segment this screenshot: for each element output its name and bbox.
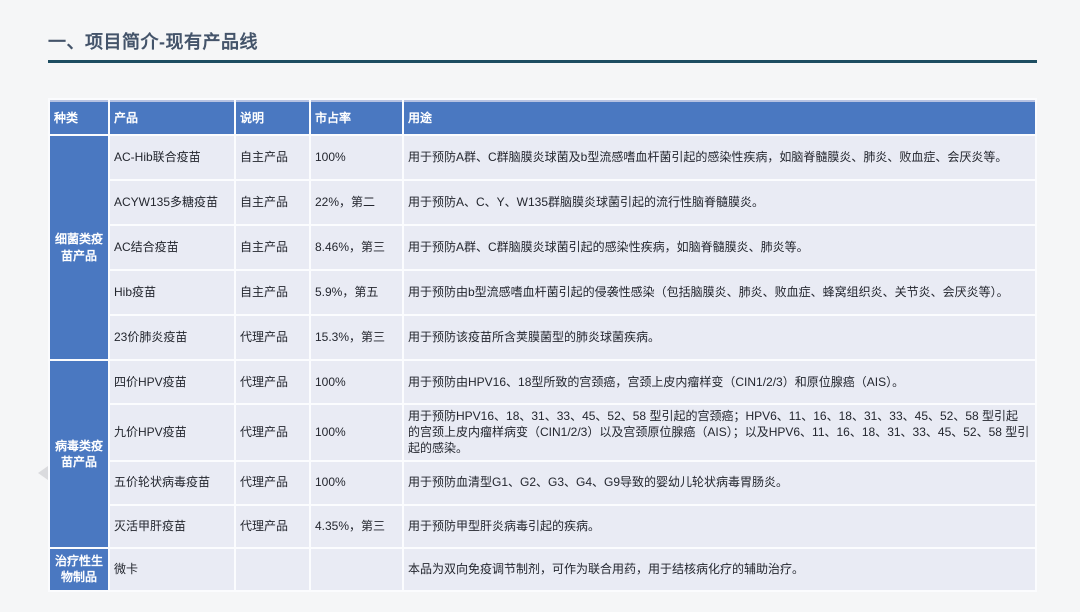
desc-cell: 自主产品 [236,181,309,224]
product-cell: 微卡 [110,549,234,590]
col-header-category: 种类 [50,100,108,134]
desc-cell: 代理产品 [236,316,309,359]
use-cell: 用于预防HPV16、18、31、33、45、52、58 型引起的宫颈癌；HPV6… [404,405,1035,460]
desc-cell: 代理产品 [236,405,309,460]
use-cell: 用于预防血清型G1、G2、G3、G4、G9导致的婴幼儿轮状病毒胃肠炎。 [404,462,1035,504]
table-row: 九价HPV疫苗 代理产品 100% 用于预防HPV16、18、31、33、45、… [50,405,1035,460]
table-header-row: 种类 产品 说明 市占率 用途 [50,100,1035,134]
desc-cell: 代理产品 [236,462,309,504]
use-cell: 用于预防甲型肝炎病毒引起的疾病。 [404,506,1035,547]
use-cell: 用于预防A群、C群脑膜炎球菌引起的感染性疾病，如脑脊髓膜炎、肺炎等。 [404,226,1035,269]
desc-cell: 代理产品 [236,506,309,547]
col-header-use: 用途 [404,100,1035,134]
table-row: 治疗性生物制品 微卡 本品为双向免疫调节制剂，可作为联合用药，用于结核病化疗的辅… [50,549,1035,590]
use-cell: 用于预防A、C、Y、W135群脑膜炎球菌引起的流行性脑脊髓膜炎。 [404,181,1035,224]
category-cell: 治疗性生物制品 [50,549,108,590]
share-cell: 100% [311,462,402,504]
use-cell: 本品为双向免疫调节制剂，可作为联合用药，用于结核病化疗的辅助治疗。 [404,549,1035,590]
category-cell: 病毒类疫苗产品 [50,361,108,547]
share-cell [311,549,402,590]
use-cell: 用于预防该疫苗所含荚膜菌型的肺炎球菌疾病。 [404,316,1035,359]
product-cell: ACYW135多糖疫苗 [110,181,234,224]
prev-slide-chevron-icon[interactable] [38,466,48,480]
table-row: Hib疫苗 自主产品 5.9%，第五 用于预防由b型流感嗜血杆菌引起的侵袭性感染… [50,271,1035,314]
table-row: 病毒类疫苗产品 四价HPV疫苗 代理产品 100% 用于预防由HPV16、18型… [50,361,1035,403]
col-header-share: 市占率 [311,100,402,134]
table-row: 细菌类疫苗产品 AC-Hib联合疫苗 自主产品 100% 用于预防A群、C群脑膜… [50,136,1035,179]
category-cell: 细菌类疫苗产品 [50,136,108,359]
table-row: ACYW135多糖疫苗 自主产品 22%，第二 用于预防A、C、Y、W135群脑… [50,181,1035,224]
share-cell: 100% [311,405,402,460]
desc-cell: 自主产品 [236,226,309,269]
share-cell: 5.9%，第五 [311,271,402,314]
product-cell: AC-Hib联合疫苗 [110,136,234,179]
share-cell: 22%，第二 [311,181,402,224]
product-line-table: 种类 产品 说明 市占率 用途 细菌类疫苗产品 AC-Hib联合疫苗 自主产品 … [48,98,1037,592]
share-cell: 4.35%，第三 [311,506,402,547]
share-cell: 100% [311,361,402,403]
title-underline [48,60,1037,63]
use-cell: 用于预防A群、C群脑膜炎球菌及b型流感嗜血杆菌引起的感染性疾病，如脑脊髓膜炎、肺… [404,136,1035,179]
table-row: 五价轮状病毒疫苗 代理产品 100% 用于预防血清型G1、G2、G3、G4、G9… [50,462,1035,504]
share-cell: 8.46%，第三 [311,226,402,269]
slide: 一、项目简介-现有产品线 种类 产品 说明 市占率 用途 细菌类疫苗产品 AC-… [0,0,1080,612]
col-header-desc: 说明 [236,100,309,134]
desc-cell [236,549,309,590]
product-cell: 灭活甲肝疫苗 [110,506,234,547]
col-header-product: 产品 [110,100,234,134]
product-cell: AC结合疫苗 [110,226,234,269]
desc-cell: 自主产品 [236,271,309,314]
share-cell: 100% [311,136,402,179]
product-cell: 五价轮状病毒疫苗 [110,462,234,504]
table-row: 灭活甲肝疫苗 代理产品 4.35%，第三 用于预防甲型肝炎病毒引起的疾病。 [50,506,1035,547]
table-row: 23价肺炎疫苗 代理产品 15.3%，第三 用于预防该疫苗所含荚膜菌型的肺炎球菌… [50,316,1035,359]
use-cell: 用于预防由b型流感嗜血杆菌引起的侵袭性感染（包括脑膜炎、肺炎、败血症、蜂窝组织炎… [404,271,1035,314]
product-cell: Hib疫苗 [110,271,234,314]
desc-cell: 代理产品 [236,361,309,403]
share-cell: 15.3%，第三 [311,316,402,359]
desc-cell: 自主产品 [236,136,309,179]
product-cell: 23价肺炎疫苗 [110,316,234,359]
table-row: AC结合疫苗 自主产品 8.46%，第三 用于预防A群、C群脑膜炎球菌引起的感染… [50,226,1035,269]
page-title: 一、项目简介-现有产品线 [48,28,258,54]
product-cell: 九价HPV疫苗 [110,405,234,460]
use-cell: 用于预防由HPV16、18型所致的宫颈癌，宫颈上皮内瘤样变（CIN1/2/3）和… [404,361,1035,403]
product-cell: 四价HPV疫苗 [110,361,234,403]
